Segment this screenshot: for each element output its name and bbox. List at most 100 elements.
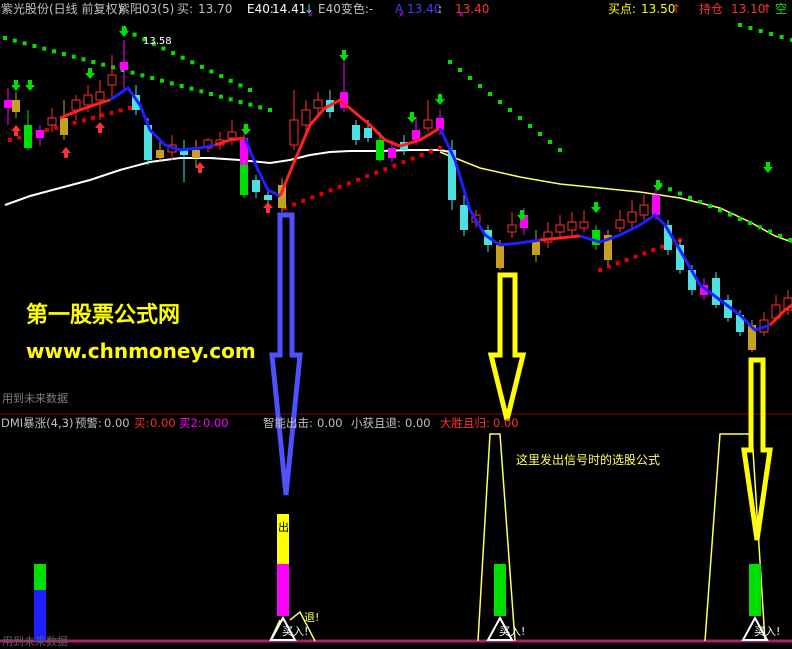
stop-dot: [81, 57, 86, 62]
stop-dot: [140, 73, 145, 78]
stop-dot: [508, 108, 512, 112]
stop-dot: [248, 88, 252, 92]
stop-dot: [718, 208, 722, 213]
stop-dot: [748, 26, 753, 30]
stop-dot: [328, 188, 333, 193]
big-win-value: 0.00: [493, 416, 519, 430]
stop-dot: [738, 23, 742, 27]
stop-dot: [346, 181, 351, 186]
sub-bar-green-left: [34, 564, 46, 590]
stop-dot: [190, 60, 195, 65]
stop-dot: [54, 125, 59, 130]
stop-dot: [169, 81, 174, 86]
stop-dot: [758, 225, 762, 230]
stop-dot: [383, 167, 388, 172]
stop-dot: [179, 84, 184, 88]
stop-dot: [12, 38, 17, 43]
stop-dot: [238, 100, 243, 104]
stop-dot: [688, 195, 692, 200]
stop-dot: [738, 216, 742, 221]
stop-dot: [788, 238, 792, 242]
stop-dot: [17, 135, 22, 140]
sub-buy2-label: 买2:: [179, 416, 202, 430]
buy-signal-label-2: 买入!: [499, 625, 526, 638]
stop-dot: [219, 74, 224, 79]
warning-value: 0.00: [104, 416, 130, 430]
candle: [240, 160, 248, 198]
stop-dot: [132, 32, 137, 37]
stop-dot: [624, 258, 629, 262]
stop-dot: [438, 146, 442, 150]
stop-dot: [199, 64, 204, 69]
warning-label: 预警:: [75, 416, 102, 430]
stop-dot: [310, 195, 315, 200]
stop-dot: [42, 46, 47, 51]
stop-dot: [171, 51, 176, 56]
smart-value: 0.00: [317, 416, 343, 430]
sub-bar-magenta-mid: [277, 564, 289, 616]
stop-dot: [228, 78, 233, 83]
stop-dot: [319, 191, 324, 196]
stop-dot: [758, 29, 763, 33]
stop-dot: [488, 92, 492, 96]
stop-dot: [748, 221, 752, 226]
smart-label: 智能出击:: [263, 416, 313, 430]
stop-dot: [698, 199, 702, 204]
buy-signal-label-3: 买入!: [754, 625, 781, 638]
future-data-note-main: 用到未来数据: [2, 392, 68, 405]
stop-dot: [101, 62, 106, 67]
stop-dot: [728, 212, 732, 217]
stop-dot: [419, 153, 424, 158]
stop-dot: [248, 102, 253, 107]
stop-dot: [109, 110, 114, 115]
stop-dot: [448, 60, 452, 64]
stop-dot: [301, 198, 306, 203]
stop-dot: [337, 184, 342, 189]
sub-bar-green-right1: [494, 564, 506, 616]
stop-dot: [258, 105, 263, 110]
stop-dot: [633, 254, 638, 259]
stop-dot: [768, 229, 772, 234]
stop-dot: [468, 76, 472, 80]
stop-dot: [32, 44, 37, 48]
stop-dot: [118, 108, 123, 113]
stop-dot: [401, 160, 406, 165]
sub-indicator-name[interactable]: DMI暴涨(4,3): [1, 416, 73, 430]
stop-dot: [518, 116, 522, 120]
stop-dot: [61, 52, 66, 56]
stop-dot: [161, 46, 166, 51]
stop-dot: [100, 113, 105, 118]
marker-x-icon: ×: [458, 10, 465, 19]
stop-dot: [189, 86, 194, 91]
stop-dot: [22, 41, 27, 46]
stop-dot: [209, 69, 214, 74]
stop-dot: [660, 244, 665, 249]
stop-dot: [52, 49, 57, 54]
sub-bar-green-right2: [749, 564, 761, 616]
price-marker: 13.58: [143, 36, 172, 47]
sub-buy-value: 0.00: [150, 416, 176, 430]
stop-dot: [374, 170, 379, 175]
stop-dot: [392, 163, 397, 168]
stop-dot: [150, 76, 155, 80]
stop-dot: [238, 83, 243, 88]
stop-dot: [498, 100, 502, 104]
sub-annotation: 这里发出信号时的选股公式: [516, 453, 661, 467]
stop-dot: [128, 106, 132, 110]
stop-dot: [778, 233, 782, 238]
stop-dot: [180, 55, 185, 60]
stop-dot: [410, 156, 415, 161]
stop-dot: [8, 138, 12, 142]
sub-buy2-value: 0.00: [203, 416, 229, 430]
stop-dot: [478, 84, 482, 88]
stop-dot: [779, 35, 784, 39]
stop-dot: [365, 174, 370, 179]
stop-dot: [268, 108, 272, 112]
stop-dot: [606, 264, 611, 269]
stop-dot: [218, 94, 223, 99]
stop-dot: [769, 32, 774, 36]
big-win-label: 大胜且归:: [440, 416, 490, 430]
sub-panel-header: DMI暴涨(4,3) 预警: 0.00 买: 0.00 买2: 0.00 智能出…: [0, 416, 792, 430]
stop-dot: [71, 54, 76, 59]
stop-dot: [91, 115, 96, 120]
